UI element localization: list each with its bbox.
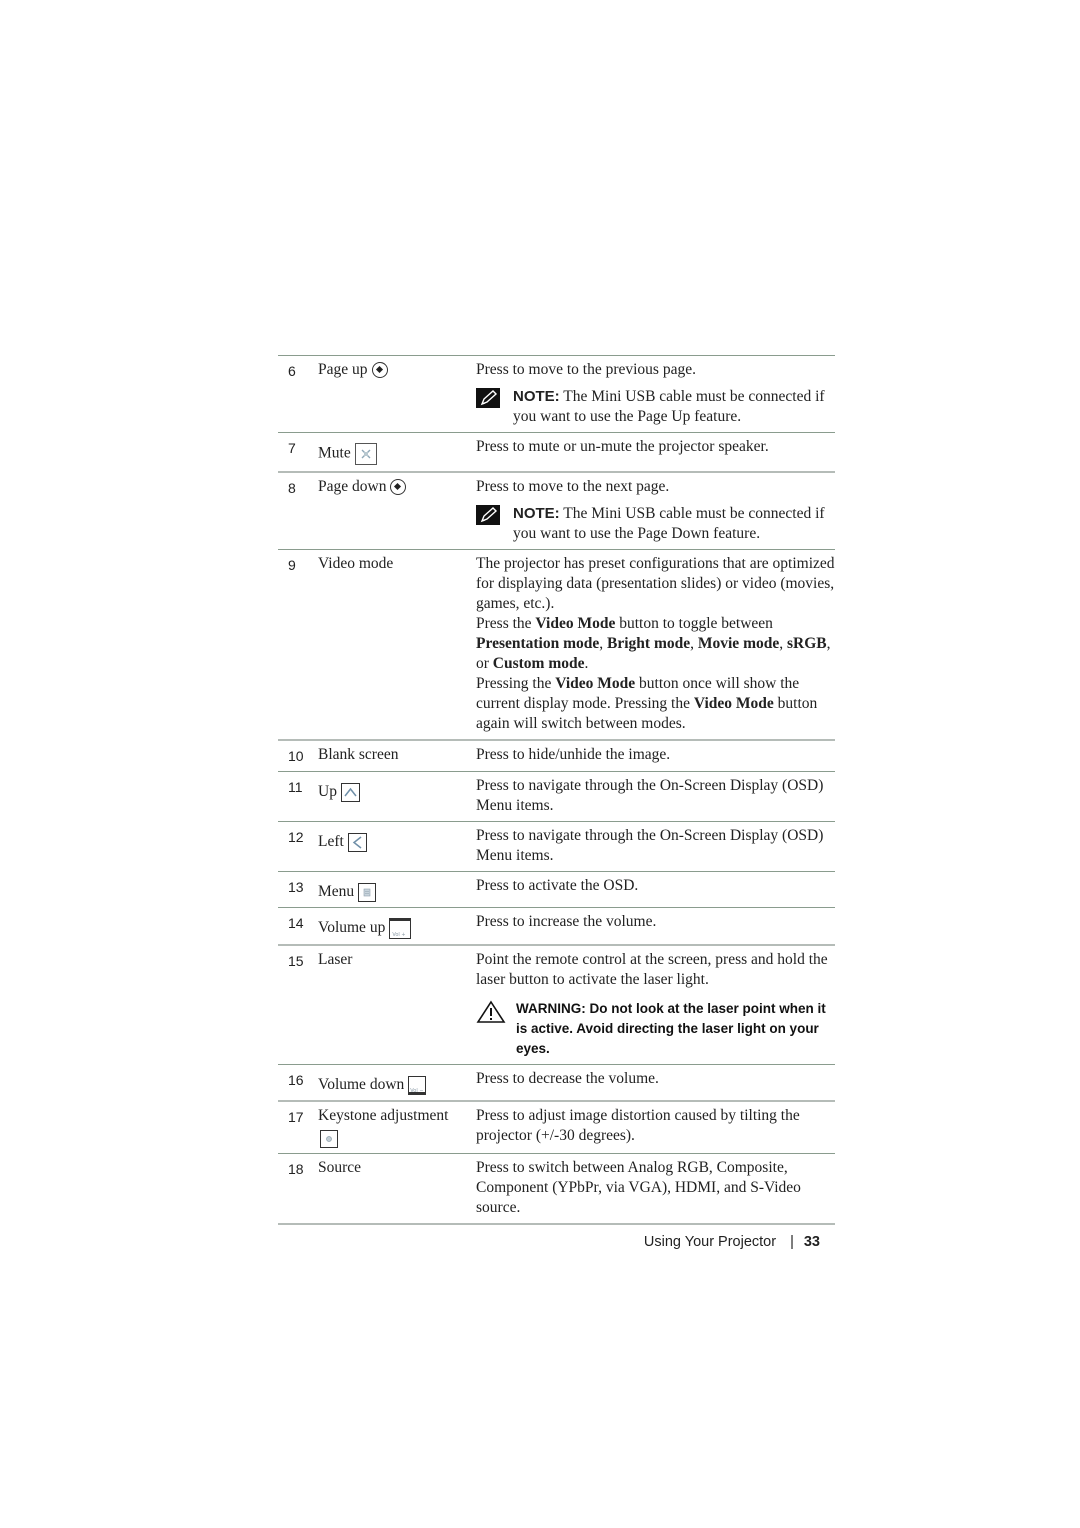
button-description: Press to activate the OSD. [476,877,639,894]
button-description: Press to switch between Analog RGB, Comp… [476,1159,801,1216]
button-name: Up [318,776,476,816]
button-name: Page up [318,360,476,427]
menu-icon [358,882,377,902]
button-name: Volume up Vol + [318,912,476,939]
page-down-icon [390,479,407,496]
table-row: 11 Up Press to navigate through the On-S… [278,772,835,822]
button-name: Volume down Vol − [318,1069,476,1095]
table-row: 13 Menu Press to activate the OSD. [278,872,835,908]
row-number: 14 [288,915,304,931]
row-number: 11 [288,779,303,795]
button-description: Press to decrease the volume. [476,1070,659,1087]
row-number: 15 [288,953,304,969]
button-description: Point the remote control at the screen, … [476,950,835,1059]
volume-down-icon: Vol − [408,1075,427,1095]
mute-icon [354,443,377,465]
remote-control-button-table: 6 Page up Press to move to the previous … [278,355,835,1225]
row-number: 16 [288,1072,304,1088]
volume-up-icon: Vol + [389,918,412,939]
button-name: Source [318,1159,362,1176]
button-description: Press to mute or un-mute the projector s… [476,438,769,455]
button-description: Press to navigate through the On-Screen … [476,777,824,814]
button-description: Press to navigate through the On-Screen … [476,827,824,864]
button-name: Mute [318,437,476,465]
table-row: 7 Mute Press to mute or un-mute the proj… [278,433,835,473]
warning-triangle-icon [476,999,516,1059]
row-number: 9 [288,557,296,573]
row-number: 7 [288,440,296,456]
table-row: 16 Volume down Vol − Press to decrease th… [278,1065,835,1102]
table-row: 10 Blank screen Press to hide/unhide the… [278,741,835,772]
table-row: 18 Source Press to switch between Analog… [278,1154,835,1225]
button-description: Press to move to the next page. NOTE: Th… [476,477,835,544]
note: NOTE: The Mini USB cable must be connect… [476,504,835,544]
button-description: The projector has preset configurations … [476,555,835,732]
button-name: Page down [318,477,476,544]
up-arrow-icon [340,782,360,802]
table-row: 6 Page up Press to move to the previous … [278,356,835,433]
row-number: 17 [288,1109,304,1125]
button-name: Keystone adjustment [318,1106,476,1148]
keystone-icon [320,1130,338,1148]
table-row: 14 Volume up Vol + Press to increase the … [278,908,835,946]
page-footer: Using Your Projector | 33 [600,1234,820,1250]
button-name: Menu [318,876,476,902]
note-pencil-icon [476,387,513,427]
row-number: 13 [288,879,304,895]
note-pencil-icon [476,504,513,544]
page-number: 33 [803,1234,820,1250]
button-name: Laser [318,951,353,968]
table-row: 8 Page down Press to move to the next pa… [278,473,835,550]
warning: WARNING: Do not look at the laser point … [476,999,835,1059]
table-row: 9 Video mode The projector has preset co… [278,550,835,741]
button-description: Press to move to the previous page. NOTE… [476,360,835,427]
row-number: 12 [288,829,304,845]
button-name: Blank screen [318,746,399,763]
button-description: Press to increase the volume. [476,913,657,930]
page-up-icon [371,362,388,379]
footer-separator: | [790,1234,794,1250]
table-row: 12 Left Press to navigate through the On… [278,822,835,872]
button-description: Press to hide/unhide the image. [476,746,671,763]
section-title: Using Your Projector [643,1234,777,1250]
row-number: 18 [288,1161,304,1177]
left-arrow-icon [347,832,367,852]
button-name: Video mode [318,555,394,572]
table-row: 17 Keystone adjustment Press to adjust i… [278,1102,835,1154]
row-number: 6 [288,363,296,379]
button-name: Left [318,826,476,866]
button-description: Press to adjust image distortion caused … [476,1107,800,1144]
row-number: 8 [288,480,296,496]
table-row: 15 Laser Point the remote control at the… [278,946,835,1065]
row-number: 10 [288,748,304,764]
note: NOTE: The Mini USB cable must be connect… [476,387,835,427]
